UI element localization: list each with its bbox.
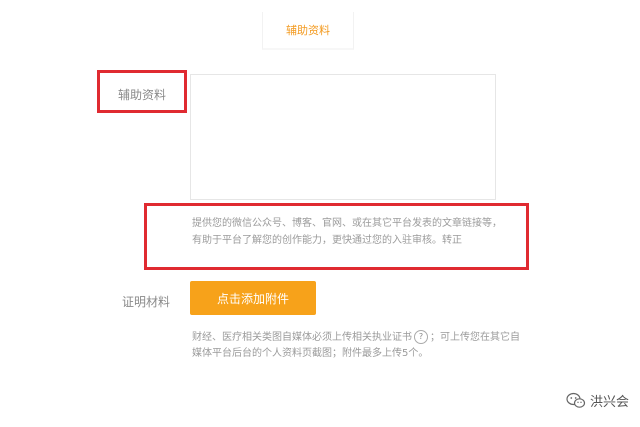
section-tab-aux[interactable]: 辅助资料: [262, 12, 354, 50]
add-attachment-label: 点击添加附件: [216, 291, 289, 306]
aux-field-hint: 提供您的微信公众号、博客、官网、或在其它平台发表的文章链接等，有助于平台了解您的…: [192, 218, 502, 246]
watermark: 洪兴会: [566, 391, 629, 410]
add-attachment-button[interactable]: 点击添加附件: [190, 281, 316, 315]
proof-note-text-before: 财经、医疗相关类图自媒体必须上传相关执业证书: [192, 332, 412, 343]
watermark-text: 洪兴会: [590, 395, 630, 410]
wechat-icon: [566, 392, 586, 408]
aux-field-textarea[interactable]: [190, 74, 496, 200]
proof-field-note: 财经、医疗相关类图自媒体必须上传相关执业证书? ；可上传您在其它自媒体平台后台的个…: [192, 330, 528, 362]
highlight-box-label: [97, 70, 187, 113]
section-tab-label: 辅助资料: [286, 24, 330, 37]
question-mark-icon[interactable]: ?: [414, 330, 428, 344]
proof-field-label: 证明材料: [122, 295, 171, 309]
